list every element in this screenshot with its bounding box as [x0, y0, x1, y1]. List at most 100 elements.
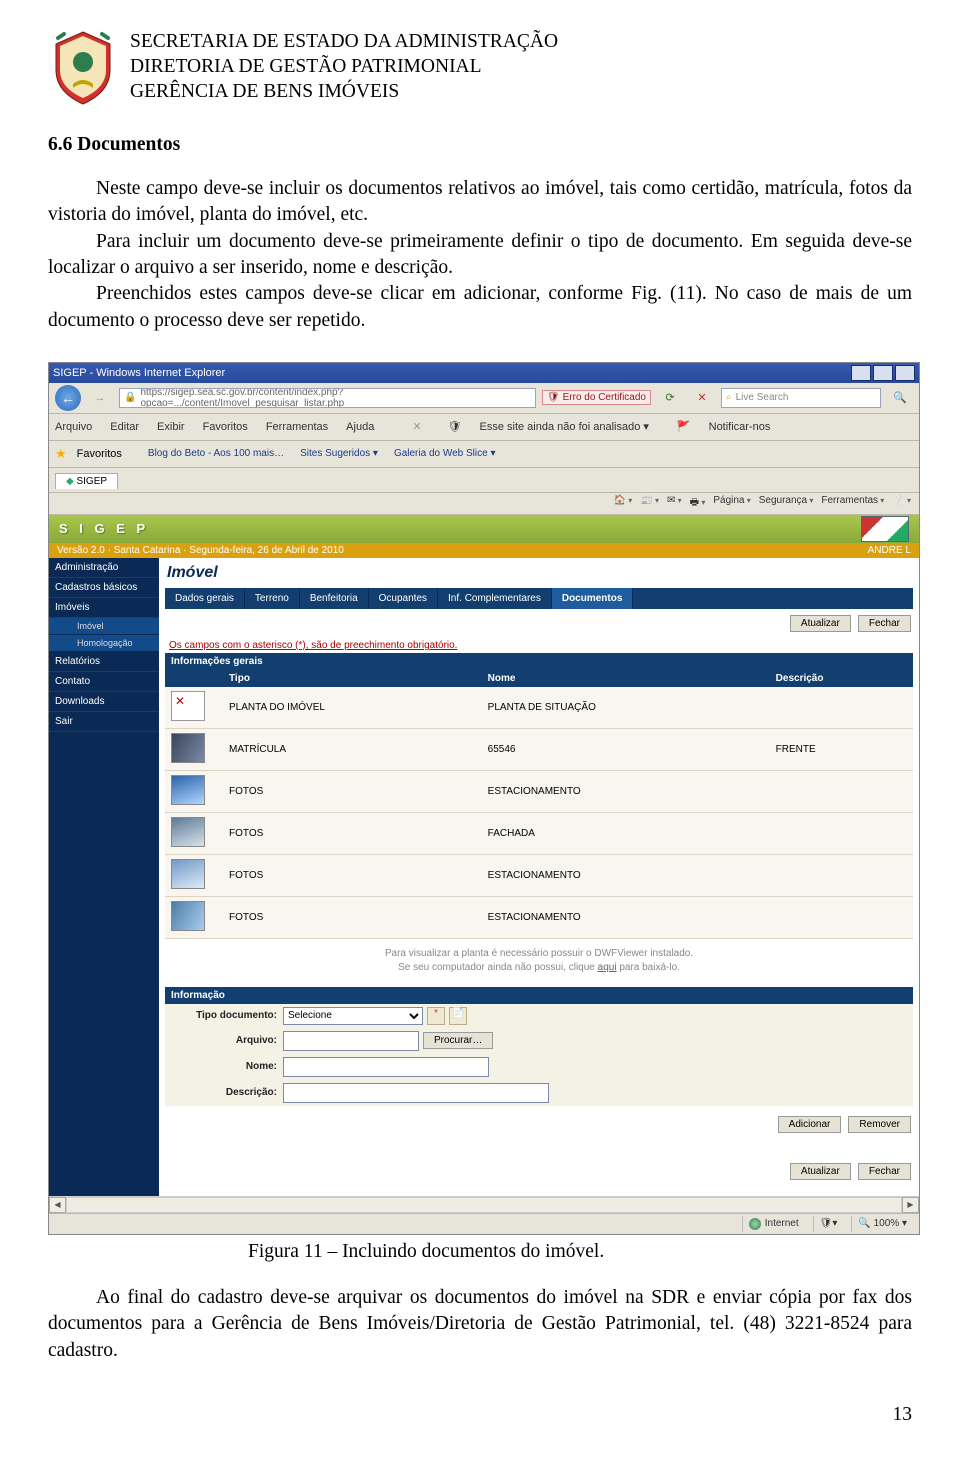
table-row[interactable]: MATRÍCULA 65546 FRENTE [165, 728, 913, 770]
print-menu[interactable]: 🖶 [690, 495, 706, 512]
search-placeholder: Live Search [736, 392, 789, 403]
menu-editar[interactable]: Editar [110, 421, 139, 433]
sidebar-item-cadastros[interactable]: Cadastros básicos [49, 578, 159, 598]
letterhead-line1: SECRETARIA DE ESTADO DA ADMINISTRAÇÃO [130, 30, 558, 55]
favlink-3[interactable]: Galeria do Web Slice ▾ [394, 448, 496, 459]
help-menu[interactable]: ❔ [892, 495, 911, 512]
cell-desc [770, 896, 913, 938]
help-icon[interactable]: 📄 [449, 1007, 467, 1025]
atualizar-button-bottom[interactable]: Atualizar [790, 1163, 851, 1180]
sidebar-item-downloads[interactable]: Downloads [49, 692, 159, 712]
back-button[interactable]: ← [55, 385, 81, 411]
tab-dados-gerais[interactable]: Dados gerais [165, 588, 245, 609]
scroll-left-button[interactable]: ◀ [49, 1197, 66, 1213]
page-number: 13 [48, 1404, 912, 1426]
mail-menu[interactable]: ✉ [667, 495, 682, 512]
certificate-error-label: Erro do Certificado [563, 392, 646, 403]
adicionar-button[interactable]: Adicionar [778, 1116, 842, 1133]
remover-button[interactable]: Remover [848, 1116, 911, 1133]
cell-tipo: FOTOS [223, 854, 482, 896]
figure-11: SIGEP - Windows Internet Explorer ← → 🔒 … [48, 362, 912, 1263]
flag-icon: 🚩 [677, 420, 691, 433]
letterhead: SECRETARIA DE ESTADO DA ADMINISTRAÇÃO DI… [48, 30, 912, 106]
refresh-button[interactable]: ⟳ [657, 387, 683, 409]
menu-exibir[interactable]: Exibir [157, 421, 185, 433]
cell-tipo: FOTOS [223, 896, 482, 938]
favorites-label[interactable]: Favoritos [77, 448, 122, 460]
minimize-button[interactable] [851, 365, 871, 381]
state-crest-icon [48, 30, 118, 106]
browser-tab[interactable]: ◆ SIGEP [55, 473, 118, 489]
tab-inf-complementares[interactable]: Inf. Complementares [438, 588, 552, 609]
lock-icon: 🔒 [124, 392, 136, 403]
viewer-note-line2b: para baixá-lo. [617, 962, 680, 973]
window-title: SIGEP - Windows Internet Explorer [53, 367, 225, 379]
version-text: Versão 2.0 · Santa Catarina · Segunda-fe… [57, 545, 344, 556]
cell-tipo: MATRÍCULA [223, 728, 482, 770]
sidebar-sub-homologacao[interactable]: Homologação [49, 635, 159, 652]
internet-zone-icon [749, 1218, 761, 1230]
record-tabs: Dados gerais Terreno Benfeitoria Ocupant… [165, 588, 913, 609]
table-row[interactable]: FOTOS ESTACIONAMENTO [165, 770, 913, 812]
ferramentas-menu[interactable]: Ferramentas [821, 495, 884, 512]
tab-ocupantes[interactable]: Ocupantes [369, 588, 438, 609]
notify-link[interactable]: Notificar-nos [709, 421, 771, 433]
menu-close-icon[interactable]: ✕ [412, 420, 421, 433]
stop-button[interactable]: ✕ [689, 387, 715, 409]
home-menu[interactable]: 🏠 [614, 495, 633, 512]
status-bar: Internet 🛡▾ 🔍 100% ▾ [49, 1213, 919, 1234]
menu-ajuda[interactable]: Ajuda [346, 421, 374, 433]
favlink-2[interactable]: Sites Sugeridos ▾ [300, 448, 378, 459]
sidebar-item-relatorios[interactable]: Relatórios [49, 652, 159, 672]
sidebar-item-administracao[interactable]: Administração [49, 558, 159, 578]
menu-favoritos[interactable]: Favoritos [203, 421, 248, 433]
col-tipo: Tipo [223, 670, 482, 687]
doc-thumb-icon [171, 775, 205, 805]
tipo-documento-select[interactable]: Selecione [283, 1007, 423, 1025]
tab-terreno[interactable]: Terreno [245, 588, 300, 609]
required-icon: * [427, 1007, 445, 1025]
arquivo-input[interactable] [283, 1031, 419, 1051]
tab-documentos[interactable]: Documentos [552, 588, 634, 609]
nome-input[interactable] [283, 1057, 489, 1077]
scroll-track[interactable] [66, 1197, 902, 1213]
sidebar-item-sair[interactable]: Sair [49, 712, 159, 732]
close-button[interactable] [895, 365, 915, 381]
main-content: Imóvel Dados gerais Terreno Benfeitoria … [159, 558, 919, 1196]
required-fields-note: Os campos com o asterisco (*), são de pr… [165, 638, 913, 653]
sidebar-item-contato[interactable]: Contato [49, 672, 159, 692]
favorites-star-icon[interactable]: ★ [55, 446, 67, 462]
seguranca-menu[interactable]: Segurança [759, 495, 814, 512]
horizontal-scrollbar[interactable]: ◀ ▶ [49, 1196, 919, 1213]
table-row[interactable]: FOTOS ESTACIONAMENTO [165, 896, 913, 938]
cell-tipo: PLANTA DO IMÓVEL [223, 687, 482, 729]
certificate-error-button[interactable]: 🛡 Erro do Certificado [542, 390, 651, 405]
favlink-1[interactable]: Blog do Beto - Aos 100 mais… [148, 448, 284, 459]
fechar-button-top[interactable]: Fechar [858, 615, 911, 632]
table-row[interactable]: FOTOS ESTACIONAMENTO [165, 854, 913, 896]
forward-button[interactable]: → [87, 387, 113, 409]
viewer-download-link[interactable]: aqui [598, 962, 617, 973]
smartscreen-infobar[interactable]: Esse site ainda não foi analisado ▾ [480, 420, 649, 433]
procurar-button[interactable]: Procurar… [423, 1032, 493, 1049]
descricao-input[interactable] [283, 1083, 549, 1103]
menu-arquivo[interactable]: Arquivo [55, 421, 92, 433]
sidebar-sub-imovel[interactable]: Imóvel [49, 618, 159, 635]
scroll-right-button[interactable]: ▶ [902, 1197, 919, 1213]
label-descricao: Descrição: [171, 1087, 283, 1098]
address-bar[interactable]: 🔒 https://sigep.sea.sc.gov.br/content/in… [119, 388, 536, 408]
tab-benfeitoria[interactable]: Benfeitoria [300, 588, 369, 609]
rss-menu[interactable]: 📰 [640, 495, 659, 512]
search-go-button[interactable]: 🔍 [887, 387, 913, 409]
maximize-button[interactable] [873, 365, 893, 381]
table-row[interactable]: PLANTA DO IMÓVEL PLANTA DE SITUAÇÃO [165, 687, 913, 729]
table-row[interactable]: FOTOS FACHADA [165, 812, 913, 854]
atualizar-button-top[interactable]: Atualizar [790, 615, 851, 632]
viewer-note-line2a: Se seu computador ainda não possui, cliq… [398, 962, 598, 973]
fechar-button-bottom[interactable]: Fechar [858, 1163, 911, 1180]
pagina-menu[interactable]: Página [713, 495, 750, 512]
search-box[interactable]: ⌕ Live Search [721, 388, 881, 408]
sidebar-item-imoveis[interactable]: Imóveis [49, 598, 159, 618]
zoom-label[interactable]: 🔍 100% ▾ [858, 1218, 907, 1229]
menu-ferramentas[interactable]: Ferramentas [266, 421, 328, 433]
